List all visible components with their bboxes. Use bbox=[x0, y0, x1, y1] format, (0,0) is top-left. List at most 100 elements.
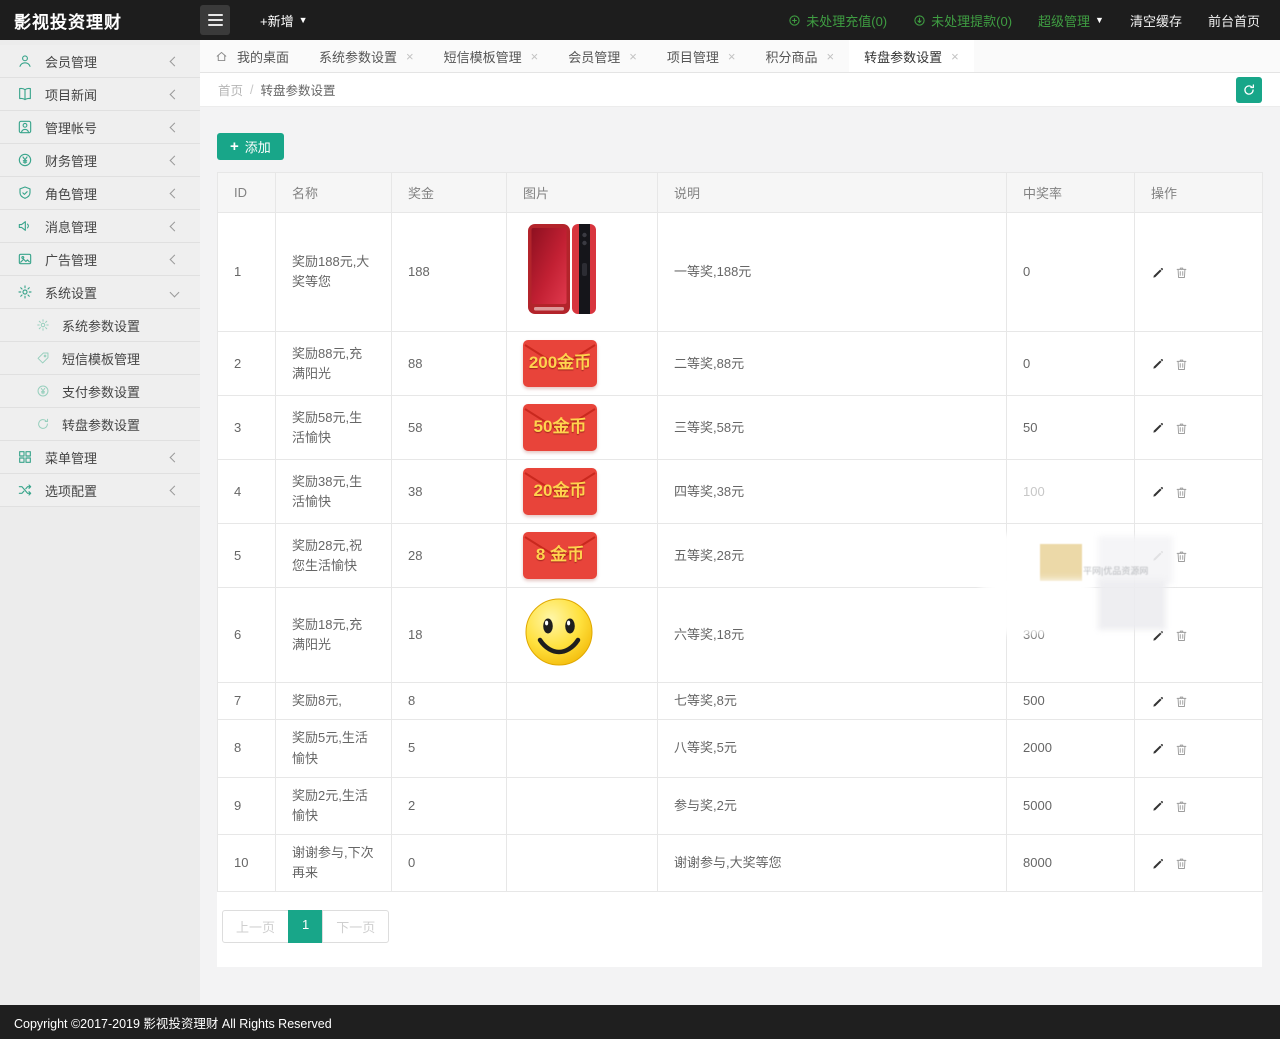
page-1-button[interactable]: 1 bbox=[288, 910, 323, 943]
delete-icon[interactable] bbox=[1174, 421, 1189, 436]
front-home-link[interactable]: 前台首页 bbox=[1208, 11, 1260, 30]
sidebar-item-label: 管理帐号 bbox=[45, 118, 97, 137]
chevron-down-icon bbox=[170, 288, 180, 298]
sidebar-subitem-pay-params[interactable]: 支付参数设置 bbox=[0, 375, 200, 408]
cell-actions bbox=[1135, 332, 1263, 396]
tab-system-params[interactable]: 系统参数设置× bbox=[304, 40, 429, 72]
cell-id: 5 bbox=[218, 524, 276, 588]
close-icon[interactable]: × bbox=[728, 49, 736, 64]
cell-name: 奖励28元,祝您生活愉快 bbox=[276, 524, 392, 588]
tab-wheel-params[interactable]: 转盘参数设置 × bbox=[849, 40, 974, 72]
delete-icon[interactable] bbox=[1174, 357, 1189, 372]
refresh-icon bbox=[1242, 83, 1256, 97]
cell-rate: 100 bbox=[1007, 460, 1135, 524]
delete-icon[interactable] bbox=[1174, 742, 1189, 757]
sidebar-item-messages[interactable]: 消息管理 bbox=[0, 210, 200, 243]
edit-icon[interactable] bbox=[1151, 695, 1165, 709]
edit-icon[interactable] bbox=[1151, 485, 1165, 499]
cell-name: 奖励58元,生活愉快 bbox=[276, 396, 392, 460]
header-links: 未处理充值(0) 未处理提款(0) 超级管理 ▼ 清空缓存 前台首页 bbox=[788, 11, 1280, 30]
unprocessed-recharge-link[interactable]: 未处理充值(0) bbox=[788, 11, 887, 30]
sidebar-toggle-button[interactable] bbox=[200, 5, 230, 35]
clear-cache-link[interactable]: 清空缓存 bbox=[1130, 11, 1182, 30]
edit-icon[interactable] bbox=[1151, 857, 1165, 871]
cell-desc: 八等奖,5元 bbox=[658, 720, 1007, 777]
delete-icon[interactable] bbox=[1174, 485, 1189, 500]
account-icon bbox=[17, 119, 33, 135]
table-header-row: ID名称奖金图片说明中奖率操作 bbox=[218, 173, 1263, 213]
close-icon[interactable]: × bbox=[826, 49, 834, 64]
tab-projects[interactable]: 项目管理× bbox=[652, 40, 751, 72]
sidebar: 会员管理项目新闻管理帐号财务管理角色管理消息管理广告管理系统设置系统参数设置短信… bbox=[0, 40, 200, 1005]
table-row: 4奖励38元,生活愉快38 20金币 四等奖,38元100 bbox=[218, 460, 1263, 524]
add-button[interactable]: + 添加 bbox=[217, 133, 284, 160]
close-icon[interactable]: × bbox=[531, 49, 539, 64]
tab-label: 会员管理 bbox=[568, 47, 620, 66]
cell-prize: 2 bbox=[392, 777, 507, 834]
table-panel: ID名称奖金图片说明中奖率操作 1奖励188元,大奖等您188 一等奖,188元… bbox=[217, 172, 1262, 967]
edit-icon[interactable] bbox=[1151, 799, 1165, 813]
sidebar-item-menus[interactable]: 菜单管理 bbox=[0, 441, 200, 474]
edit-icon[interactable] bbox=[1151, 742, 1165, 756]
prize-image-envelope: 20金币 bbox=[523, 468, 597, 515]
sidebar-subitem-wheel-params[interactable]: 转盘参数设置 bbox=[0, 408, 200, 441]
prize-image-smiley bbox=[523, 596, 595, 668]
tab-sms-template[interactable]: 短信模板管理× bbox=[429, 40, 554, 72]
plus-icon: + bbox=[230, 139, 239, 154]
cell-prize: 88 bbox=[392, 332, 507, 396]
delete-icon[interactable] bbox=[1174, 694, 1189, 709]
delete-icon[interactable] bbox=[1174, 799, 1189, 814]
delete-icon[interactable] bbox=[1174, 628, 1189, 643]
tab-label: 转盘参数设置 bbox=[864, 47, 942, 66]
cell-name: 奖励18元,充满阳光 bbox=[276, 588, 392, 683]
sidebar-item-options[interactable]: 选项配置 bbox=[0, 474, 200, 507]
add-new-label: +新增 bbox=[260, 11, 294, 30]
admin-dropdown[interactable]: 超级管理 ▼ bbox=[1038, 11, 1104, 30]
sidebar-item-news[interactable]: 项目新闻 bbox=[0, 78, 200, 111]
prev-page-button[interactable]: 上一页 bbox=[222, 910, 289, 943]
unprocessed-withdraw-link[interactable]: 未处理提款(0) bbox=[913, 11, 1012, 30]
tab-label: 积分商品 bbox=[765, 47, 817, 66]
cell-prize: 58 bbox=[392, 396, 507, 460]
tab-members[interactable]: 会员管理 × bbox=[553, 40, 652, 72]
prize-image-envelope: 50金币 bbox=[523, 404, 597, 451]
sidebar-subitem-system-params[interactable]: 系统参数设置 bbox=[0, 309, 200, 342]
edit-icon[interactable] bbox=[1151, 357, 1165, 371]
edit-icon[interactable] bbox=[1151, 629, 1165, 643]
prize-image-envelope: 8 金币 bbox=[523, 532, 597, 579]
delete-icon[interactable] bbox=[1174, 549, 1189, 564]
close-icon[interactable]: × bbox=[951, 49, 959, 64]
cell-name: 奖励38元,生活愉快 bbox=[276, 460, 392, 524]
delete-icon[interactable] bbox=[1174, 856, 1189, 871]
cell-rate: 0 bbox=[1007, 213, 1135, 332]
cell-desc: 参与奖,2元 bbox=[658, 777, 1007, 834]
sidebar-subitem-sms-template[interactable]: 短信模板管理 bbox=[0, 342, 200, 375]
sidebar-item-finance[interactable]: 财务管理 bbox=[0, 144, 200, 177]
sidebar-item-system-settings[interactable]: 系统设置 bbox=[0, 276, 200, 309]
sidebar-item-ads[interactable]: 广告管理 bbox=[0, 243, 200, 276]
breadcrumb-current: 转盘参数设置 bbox=[261, 80, 336, 99]
wheel-icon bbox=[36, 417, 50, 431]
content-area: + 添加 ID名称奖金图片说明中奖率操作 1奖励188元,大奖等您188 一等奖… bbox=[200, 107, 1280, 1005]
close-icon[interactable]: × bbox=[629, 49, 637, 64]
breadcrumb: 首页 / 转盘参数设置 bbox=[200, 73, 1280, 107]
sidebar-item-accounts[interactable]: 管理帐号 bbox=[0, 111, 200, 144]
edit-icon[interactable] bbox=[1151, 266, 1165, 280]
tab-desktop[interactable]: 我的桌面 bbox=[200, 40, 304, 72]
table-row: 3奖励58元,生活愉快58 50金币 三等奖,58元50 bbox=[218, 396, 1263, 460]
sidebar-item-members[interactable]: 会员管理 bbox=[0, 45, 200, 78]
chevron-left-icon bbox=[170, 254, 180, 264]
refresh-button[interactable] bbox=[1236, 77, 1262, 103]
next-page-button[interactable]: 下一页 bbox=[322, 910, 389, 943]
breadcrumb-home[interactable]: 首页 bbox=[218, 80, 243, 99]
delete-icon[interactable] bbox=[1174, 265, 1189, 280]
chevron-left-icon bbox=[170, 221, 180, 231]
sidebar-item-roles[interactable]: 角色管理 bbox=[0, 177, 200, 210]
add-new-dropdown[interactable]: +新增 ▼ bbox=[260, 11, 308, 30]
edit-icon[interactable] bbox=[1151, 421, 1165, 435]
cell-name: 奖励188元,大奖等您 bbox=[276, 213, 392, 332]
edit-icon[interactable] bbox=[1151, 549, 1165, 563]
tab-points-goods[interactable]: 积分商品 × bbox=[750, 40, 849, 72]
close-icon[interactable]: × bbox=[406, 49, 414, 64]
cell-id: 7 bbox=[218, 683, 276, 720]
